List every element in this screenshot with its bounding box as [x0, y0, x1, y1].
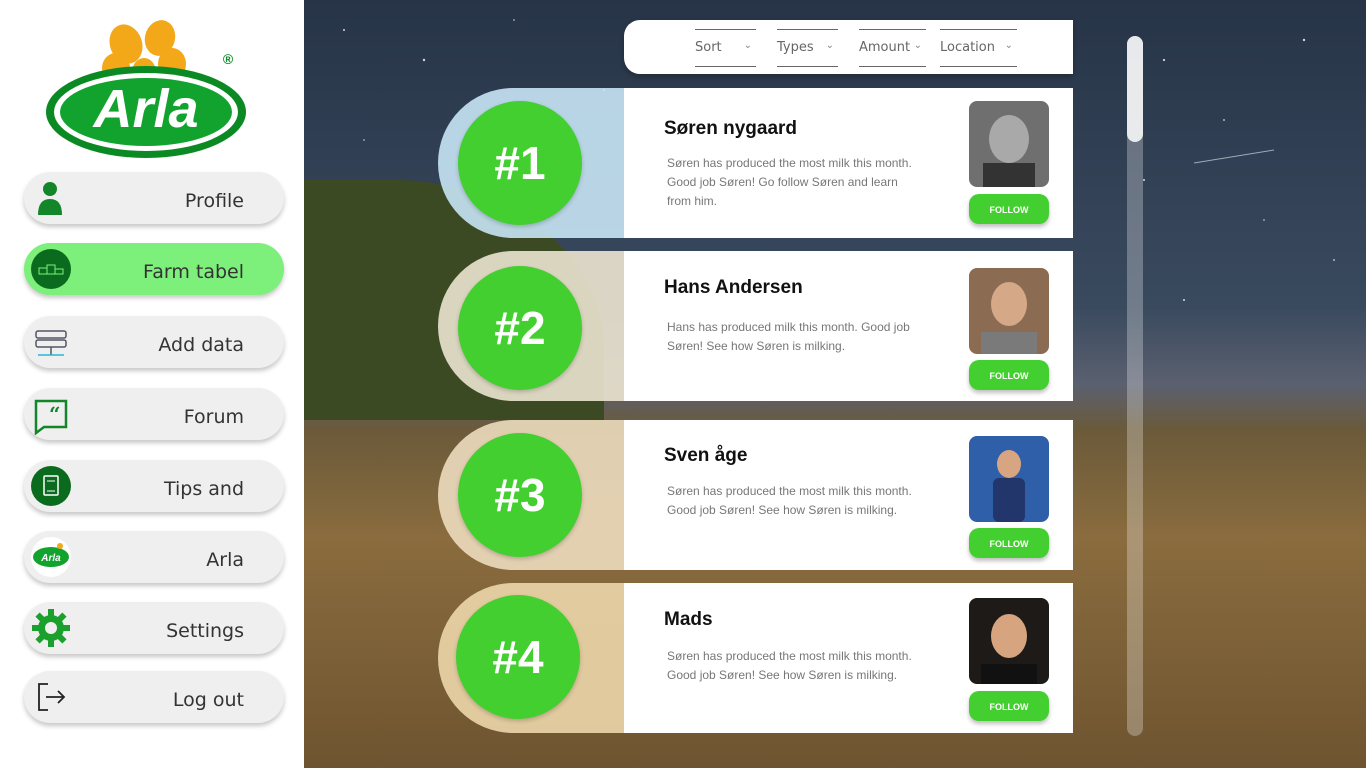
avatar [969, 268, 1049, 354]
nav-item-profile[interactable]: Profile [24, 172, 284, 224]
farmer-description: Søren has produced the most milk this mo… [667, 649, 912, 682]
rank-number: #2 [494, 302, 546, 354]
svg-text:“: “ [49, 402, 61, 426]
types-dropdown[interactable]: Types ⌄ [777, 29, 838, 67]
avatar [969, 598, 1049, 684]
location-dropdown[interactable]: Location ⌄ [940, 29, 1017, 67]
nav-label-settings: Settings [166, 620, 244, 642]
sidebar: Arla ® Profile Farm tabel Add data “ For… [0, 0, 304, 768]
nav-item-tips[interactable]: Tips and [24, 460, 284, 512]
svg-text:Arla: Arla [40, 553, 61, 564]
leaderboard-card: Søren nygaard Søren has produced the mos… [624, 88, 1073, 238]
book-icon [31, 466, 71, 506]
registered-mark: ® [223, 51, 234, 67]
farmer-name: Hans Andersen [664, 277, 803, 298]
logo-text: Arla [91, 79, 198, 139]
sort-dropdown[interactable]: Sort ⌄ [695, 29, 756, 67]
chevron-down-icon: ⌄ [1004, 40, 1013, 51]
person-icon [38, 182, 62, 215]
rank-badge: #1 [458, 101, 582, 225]
leaderboard-card: Mads Søren has produced the most milk th… [624, 583, 1073, 733]
farmer-name: Sven åge [664, 445, 748, 466]
rank-bubble: #3 [438, 420, 638, 570]
avatar [969, 101, 1049, 187]
chevron-down-icon: ⌄ [743, 40, 752, 51]
quote-chat-icon: “ [34, 399, 68, 435]
amount-dropdown[interactable]: Amount ⌄ [859, 29, 926, 67]
nav-item-forum[interactable]: “ Forum [24, 388, 284, 440]
gear-icon [32, 609, 70, 647]
nav-label-logout: Log out [172, 689, 244, 711]
farmer-description: Søren has produced the most milk this mo… [667, 484, 912, 517]
nav-item-settings[interactable]: Settings [24, 602, 284, 654]
farmer-description: Søren has produced the most milk this mo… [667, 156, 912, 208]
logout-icon [38, 683, 66, 711]
rank-number: #1 [494, 137, 546, 189]
follow-button[interactable]: FOLLOW [969, 528, 1049, 558]
nav-label-farm-tabel: Farm tabel [143, 261, 244, 283]
chevron-down-icon: ⌄ [825, 40, 834, 51]
nav-item-farm-tabel[interactable]: Farm tabel [24, 243, 284, 295]
farmer-name: Søren nygaard [664, 118, 798, 139]
nav-item-arla[interactable]: Arla Arla [24, 531, 284, 583]
scrollbar[interactable] [1127, 36, 1143, 736]
rank-badge: #4 [456, 595, 580, 719]
nav-label-forum: Forum [183, 406, 244, 428]
scrollbar-thumb[interactable] [1127, 36, 1143, 142]
rank-number: #3 [494, 469, 546, 521]
arla-logo-icon: Arla [31, 537, 71, 577]
follow-button[interactable]: FOLLOW [969, 194, 1049, 224]
nav-label-profile: Profile [184, 190, 244, 212]
farmer-description: Hans has produced milk this month. Good … [667, 320, 910, 353]
leaderboard-card: Sven åge Søren has produced the most mil… [624, 420, 1073, 570]
rank-bubble: #4 [438, 583, 638, 733]
nav-item-add-data[interactable]: Add data [24, 316, 284, 368]
farmer-name: Mads [664, 609, 713, 630]
nav-label-tips: Tips and [163, 478, 244, 500]
nav-item-logout[interactable]: Log out [24, 671, 284, 723]
nav-label-arla: Arla [206, 549, 244, 571]
rank-badge: #2 [458, 266, 582, 390]
avatar [969, 436, 1049, 522]
rank-number: #4 [492, 631, 544, 683]
rank-bubble: #1 [438, 88, 638, 238]
follow-button[interactable]: FOLLOW [969, 691, 1049, 721]
rank-badge: #3 [458, 433, 582, 557]
server-icon [35, 330, 67, 356]
nav-label-add-data: Add data [158, 334, 244, 356]
podium-icon [31, 249, 71, 289]
filter-bar: Sort ⌄ Types ⌄ Amount ⌄ Location ⌄ [624, 20, 1073, 74]
rank-bubble: #2 [438, 251, 638, 401]
arla-logo: Arla ® [46, 20, 246, 158]
follow-button[interactable]: FOLLOW [969, 360, 1049, 390]
chevron-down-icon: ⌄ [913, 40, 922, 51]
leaderboard-card: Hans Andersen Hans has produced milk thi… [624, 251, 1073, 401]
